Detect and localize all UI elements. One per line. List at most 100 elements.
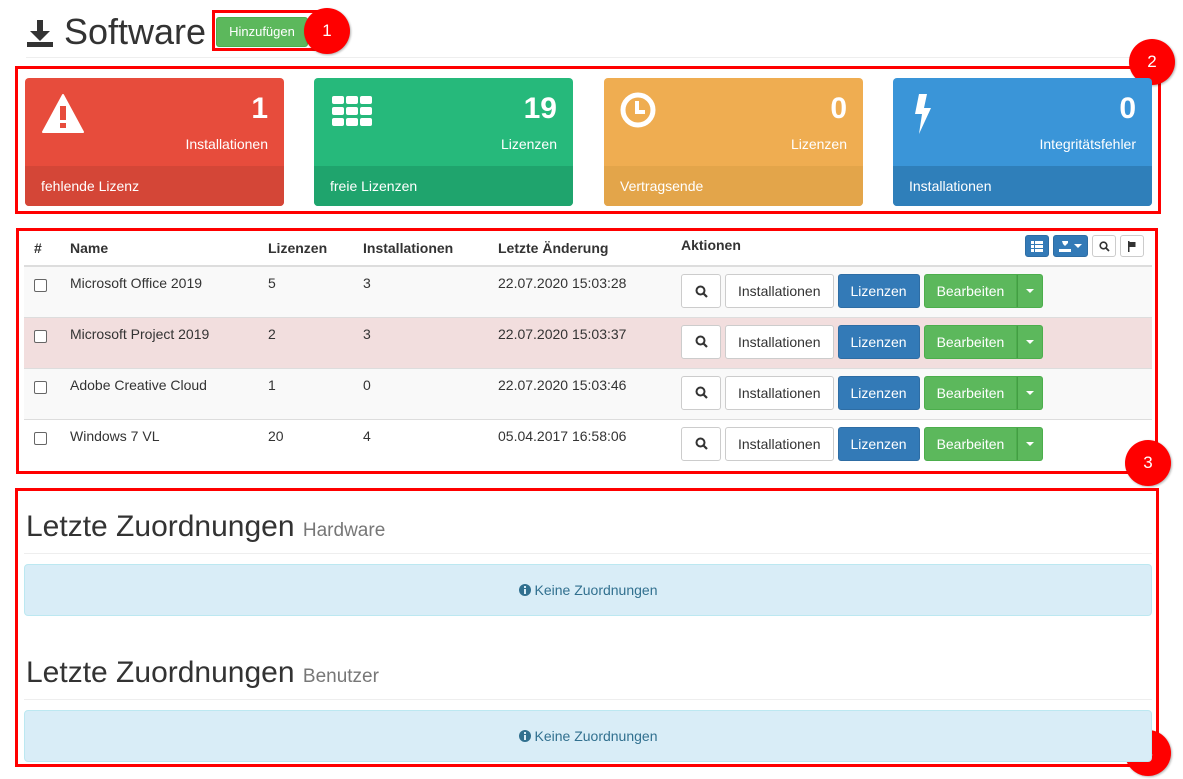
search-icon (695, 285, 708, 298)
list-view-icon (1031, 240, 1043, 252)
row-licenses-button[interactable]: Lizenzen (837, 426, 920, 461)
row-edit-button[interactable]: Bearbeiten (923, 274, 1018, 308)
search-icon (695, 386, 708, 399)
row-installations: 3 (355, 265, 490, 317)
column-header-last-changed[interactable]: Letzte Änderung (490, 232, 673, 267)
clock-icon (620, 92, 656, 128)
section-title-hardware: Letzte Zuordnungen Hardware (26, 510, 385, 544)
row-name: Microsoft Office 2019 (62, 265, 260, 317)
search-icon (695, 437, 708, 450)
grid-icon (332, 96, 372, 126)
section-title-users: Letzte Zuordnungen Benutzer (26, 656, 379, 690)
row-checkbox[interactable] (34, 329, 47, 343)
empty-assignments-hardware-alert: Keine Zuordnungen (24, 564, 1152, 616)
tile-value: 1 (251, 92, 268, 125)
row-last-changed: 22.07.2020 15:03:46 (490, 367, 673, 419)
row-edit-button-group: Bearbeiten (923, 274, 1044, 308)
row-view-button[interactable] (681, 426, 721, 461)
tile-value: 19 (523, 92, 557, 125)
row-installations-button[interactable]: Installationen (725, 375, 834, 410)
list-view-button[interactable] (1025, 235, 1049, 257)
row-installations-button[interactable]: Installationen (725, 274, 834, 308)
empty-assignments-text: Keine Zuordnungen (534, 728, 658, 744)
chevron-down-icon (1074, 244, 1082, 248)
row-edit-dropdown-toggle[interactable] (1017, 426, 1044, 461)
table-row: Adobe Creative Cloud 1 0 22.07.2020 15:0… (24, 367, 1152, 419)
warning-icon (42, 94, 84, 133)
table-row: Microsoft Project 2019 2 3 22.07.2020 15… (24, 316, 1152, 368)
software-table: # Name Lizenzen Installationen Letzte Än… (24, 232, 1152, 470)
tile-footer: freie Lizenzen (314, 166, 573, 206)
tile-value: 0 (1119, 92, 1136, 125)
tile-label: Integritätsfehler (1039, 136, 1137, 152)
table-search-button[interactable] (1092, 235, 1116, 257)
row-installations-button[interactable]: Installationen (725, 426, 834, 461)
row-licenses-button[interactable]: Lizenzen (837, 324, 920, 359)
row-licenses-button[interactable]: Lizenzen (837, 274, 920, 308)
section-heading: Letzte Zuordnungen (26, 510, 295, 543)
page-header: Software Hinzufügen (26, 6, 1153, 58)
tile-contract-end[interactable]: 0 Lizenzen Vertragsende (604, 78, 863, 206)
flag-icon (1128, 240, 1136, 252)
table-toolbar (1025, 235, 1144, 257)
row-edit-dropdown-toggle[interactable] (1017, 375, 1044, 410)
row-installations-button[interactable]: Installationen (725, 324, 834, 359)
column-header-installations[interactable]: Installationen (355, 232, 490, 267)
tile-integrity-errors[interactable]: 0 Integritätsfehler Installationen (893, 78, 1152, 206)
row-licenses: 20 (260, 418, 355, 470)
chevron-down-icon (1026, 339, 1035, 344)
row-view-button[interactable] (681, 375, 721, 410)
column-header-name[interactable]: Name (62, 232, 260, 267)
empty-assignments-text: Keine Zuordnungen (534, 582, 658, 598)
row-edit-button-group: Bearbeiten (923, 375, 1044, 410)
tile-value: 0 (830, 92, 847, 125)
row-edit-button-group: Bearbeiten (923, 426, 1044, 461)
tile-footer: fehlende Lizenz (25, 166, 284, 206)
column-header-licenses[interactable]: Lizenzen (260, 232, 355, 267)
row-checkbox[interactable] (34, 279, 47, 292)
table-row: Microsoft Office 2019 5 3 22.07.2020 15:… (24, 265, 1152, 317)
tile-free-licenses[interactable]: 19 Lizenzen freie Lizenzen (314, 78, 573, 206)
section-divider (24, 699, 1152, 700)
row-edit-button[interactable]: Bearbeiten (923, 426, 1018, 461)
flag-button[interactable] (1120, 235, 1144, 257)
row-checkbox[interactable] (34, 380, 47, 394)
row-name: Adobe Creative Cloud (62, 367, 260, 419)
row-name: Windows 7 VL (62, 418, 260, 470)
row-licenses: 1 (260, 367, 355, 419)
row-installations: 0 (355, 367, 490, 419)
tile-footer: Installationen (893, 166, 1152, 206)
add-software-button[interactable]: Hinzufügen (216, 16, 308, 47)
row-edit-button[interactable]: Bearbeiten (923, 375, 1018, 410)
download-icon (27, 19, 53, 47)
row-view-button[interactable] (681, 324, 721, 359)
row-edit-dropdown-toggle[interactable] (1017, 274, 1044, 308)
row-view-button[interactable] (681, 274, 721, 308)
row-licenses-button[interactable]: Lizenzen (837, 375, 920, 410)
section-subtitle: Hardware (302, 520, 386, 541)
row-installations: 4 (355, 418, 490, 470)
annotation-badge-1: 1 (304, 8, 350, 54)
tile-label: Installationen (185, 136, 268, 152)
row-last-changed: 22.07.2020 15:03:28 (490, 265, 673, 317)
column-header-select: # (24, 232, 62, 267)
empty-assignments-users-alert: Keine Zuordnungen (24, 710, 1152, 762)
row-last-changed: 05.04.2017 16:58:06 (490, 418, 673, 470)
row-edit-button-group: Bearbeiten (923, 324, 1044, 359)
row-edit-button[interactable]: Bearbeiten (923, 324, 1018, 359)
bolt-icon (915, 94, 931, 134)
row-name: Microsoft Project 2019 (62, 316, 260, 368)
tile-label: Lizenzen (790, 136, 847, 152)
row-licenses: 5 (260, 265, 355, 317)
export-icon (1059, 240, 1071, 252)
search-icon (1098, 240, 1110, 252)
row-edit-dropdown-toggle[interactable] (1017, 324, 1044, 359)
table-row: Windows 7 VL 20 4 05.04.2017 16:58:06 In… (24, 418, 1152, 470)
export-button[interactable] (1053, 235, 1088, 257)
row-checkbox[interactable] (34, 431, 47, 445)
table-header-row: # Name Lizenzen Installationen Letzte Än… (24, 232, 1152, 267)
section-heading: Letzte Zuordnungen (26, 656, 295, 689)
row-last-changed: 22.07.2020 15:03:37 (490, 316, 673, 368)
info-icon (518, 584, 531, 596)
tile-missing-license[interactable]: 1 Installationen fehlende Lizenz (25, 78, 284, 206)
